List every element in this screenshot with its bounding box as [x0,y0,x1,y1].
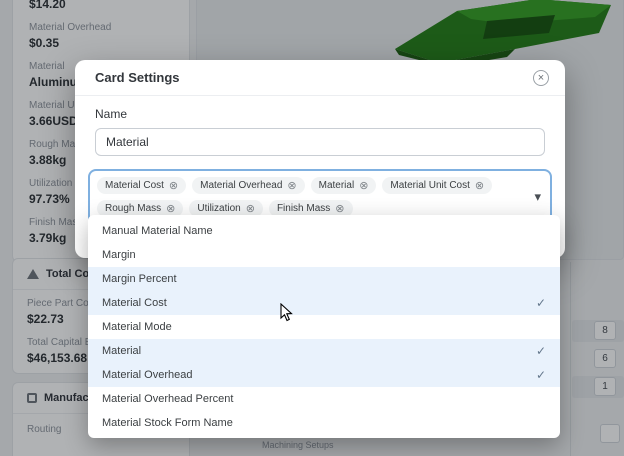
chip-label: Rough Mass [105,203,161,214]
option-manual-material-name[interactable]: Manual Material Name [88,219,560,243]
option-material-stock-form-name[interactable]: Material Stock Form Name [88,411,560,435]
chip-remove-icon[interactable]: ⊗ [166,204,175,214]
modal-header: Card Settings × [75,60,565,96]
chip-material-overhead[interactable]: Material Overhead ⊗ [192,177,304,194]
check-icon: ✓ [536,344,546,358]
option-margin[interactable]: Margin [88,243,560,267]
modal-title: Card Settings [95,70,180,85]
option-label: Material Cost [102,297,167,309]
chip-material-cost[interactable]: Material Cost ⊗ [97,177,186,194]
chip-remove-icon[interactable]: ⊗ [169,181,178,191]
option-material-overhead[interactable]: Material Overhead ✓ [88,363,560,387]
close-icon[interactable]: × [533,70,549,86]
chip-label: Material Overhead [200,180,282,191]
chip-label: Finish Mass [277,203,330,214]
option-material-cost[interactable]: Material Cost ✓ [88,291,560,315]
option-label: Material Overhead [102,369,193,381]
chevron-down-icon[interactable]: ▾ [534,189,541,205]
chip-material[interactable]: Material ⊗ [311,177,377,194]
option-label: Margin [102,249,136,261]
fields-dropdown-list: Manual Material Name Margin Margin Perce… [88,215,560,438]
mouse-cursor [280,303,294,323]
option-label: Material Stock Form Name [102,417,233,429]
option-label: Material [102,345,141,357]
option-label: Material Mode [102,321,172,333]
chip-remove-icon[interactable]: ⊗ [246,204,255,214]
option-material-mode[interactable]: Material Mode [88,315,560,339]
chip-label: Material Unit Cost [390,180,469,191]
chip-remove-icon[interactable]: ⊗ [335,204,344,214]
app-screen: $14.20 Material Overhead $0.35 Material … [0,0,624,456]
option-label: Margin Percent [102,273,177,285]
chip-remove-icon[interactable]: ⊗ [287,181,296,191]
chip-label: Material Cost [105,180,164,191]
check-icon: ✓ [536,296,546,310]
chip-remove-icon[interactable]: ⊗ [359,181,368,191]
check-icon: ✓ [536,368,546,382]
option-label: Manual Material Name [102,225,213,237]
option-margin-percent[interactable]: Margin Percent [88,267,560,291]
chip-material-unit-cost[interactable]: Material Unit Cost ⊗ [382,177,492,194]
name-input[interactable] [95,128,545,156]
option-material[interactable]: Material ✓ [88,339,560,363]
option-label: Material Overhead Percent [102,393,233,405]
option-material-overhead-percent[interactable]: Material Overhead Percent [88,387,560,411]
chip-remove-icon[interactable]: ⊗ [475,181,484,191]
chip-label: Material [319,180,355,191]
name-label: Name [95,107,545,121]
chip-label: Utilization [197,203,240,214]
